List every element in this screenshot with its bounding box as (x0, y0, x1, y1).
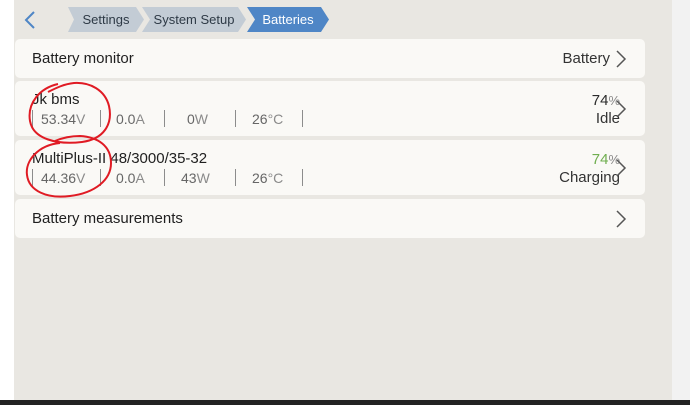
battery-monitor-label: Battery monitor (32, 50, 134, 67)
divider (164, 169, 165, 186)
battery-name: MultiPlus-II 48/3000/35-32 (32, 150, 208, 167)
battery-row[interactable]: MultiPlus-II 48/3000/35-32 44.36V 0.0A 4… (15, 140, 645, 195)
battery-measurements-label: Battery measurements (32, 210, 183, 227)
battery-temperature: 26°C (252, 111, 284, 127)
battery-current: 0.0A (116, 170, 145, 186)
battery-name: Jk bms (32, 91, 80, 108)
battery-monitor-value: Battery (562, 50, 610, 67)
battery-power: 0W (187, 111, 209, 127)
battery-power: 43W (181, 170, 210, 186)
chevron-right-icon (616, 100, 627, 118)
divider (164, 110, 165, 127)
breadcrumb-batteries-label: Batteries (262, 12, 314, 27)
breadcrumb-system-setup-label: System Setup (153, 12, 235, 27)
battery-measurements-row[interactable]: Battery measurements (15, 199, 645, 238)
breadcrumb-settings-label: Settings (82, 12, 130, 27)
divider (100, 110, 101, 127)
chevron-right-icon (616, 50, 627, 68)
divider (32, 169, 33, 186)
breadcrumb-settings[interactable]: Settings (68, 7, 144, 32)
divider (32, 110, 33, 127)
screen-bezel (672, 0, 690, 405)
divider (235, 169, 236, 186)
breadcrumb-system-setup[interactable]: System Setup (142, 7, 246, 32)
chevron-right-icon (616, 159, 627, 177)
battery-current: 0.0A (116, 111, 145, 127)
divider (302, 169, 303, 186)
battery-voltage: 53.34V (41, 111, 86, 127)
battery-monitor-row[interactable]: Battery monitor Battery (15, 39, 645, 78)
battery-soc: 74% (591, 151, 620, 168)
battery-soc: 74% (591, 92, 620, 109)
battery-row[interactable]: Jk bms 53.34V 0.0A 0W 26°C 74% Idle (15, 81, 645, 136)
battery-state: Idle (595, 110, 620, 127)
chevron-left-icon (24, 11, 35, 29)
back-button[interactable] (18, 8, 42, 32)
battery-temperature: 26°C (252, 170, 284, 186)
chevron-right-icon (616, 210, 627, 228)
breadcrumb-batteries[interactable]: Batteries (247, 7, 329, 32)
battery-voltage: 44.36V (41, 170, 86, 186)
battery-state: Charging (559, 169, 620, 186)
divider (302, 110, 303, 127)
divider (235, 110, 236, 127)
screen-bottom-edge (0, 400, 690, 405)
divider (100, 169, 101, 186)
